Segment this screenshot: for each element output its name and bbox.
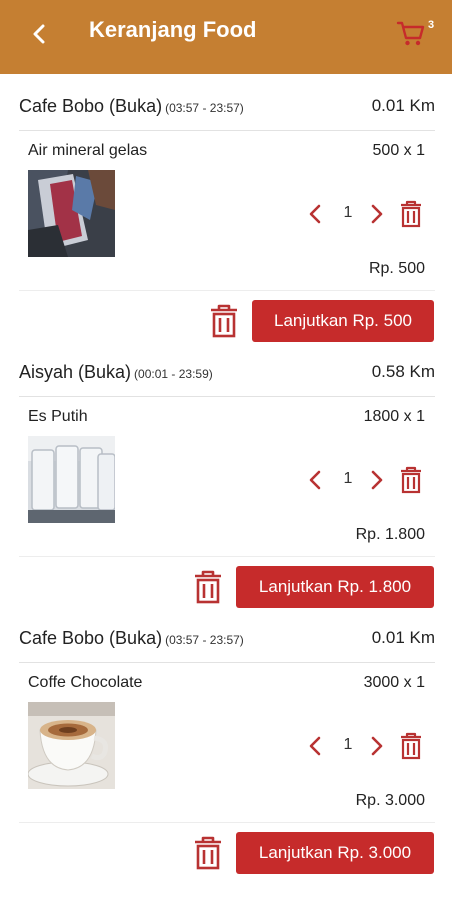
trash-icon [401,732,421,760]
checkout-button[interactable]: Lanjutkan Rp. 3.000 [236,832,434,874]
checkout-button[interactable]: Lanjutkan Rp. 1.800 [236,566,434,608]
increment-button[interactable] [367,202,387,226]
chevron-left-icon [309,736,321,756]
quantity-stepper: 1 [305,732,427,760]
store-name-row: Cafe Bobo (Buka) (03:57 - 23:57) [19,628,244,649]
item-name: Coffe Chocolate [28,674,143,691]
page-title: Keranjang Food [89,17,257,42]
store-header: Cafe Bobo (Buka) (03:57 - 23:57) 0.01 Km [19,628,435,658]
chevron-left-icon [309,470,321,490]
cart-count-badge: 3 [428,19,435,31]
chevron-right-icon [371,470,383,490]
back-button[interactable] [26,20,54,48]
item-subtotal: Rp. 1.800 [355,526,425,543]
app-bar: Keranjang Food 3 [0,0,452,74]
item-price-qty: 3000 x 1 [363,674,425,691]
checkout-button[interactable]: Lanjutkan Rp. 500 [252,300,434,342]
store-header: Cafe Bobo (Buka) (03:57 - 23:57) 0.01 Km [19,96,435,126]
divider [19,130,435,131]
store-distance: 0.01 Km [371,628,435,647]
store-name: Aisyah (Buka) [19,362,132,382]
trash-icon [195,570,221,604]
store-name-row: Aisyah (Buka) (00:01 - 23:59) [19,362,213,383]
item-subtotal: Rp. 3.000 [355,792,425,809]
delete-item-button[interactable] [399,466,423,494]
store-name-row: Cafe Bobo (Buka) (03:57 - 23:57) [19,96,244,117]
delete-store-button[interactable] [193,570,223,604]
delete-store-button[interactable] [209,304,239,338]
store-name: Cafe Bobo (Buka) [19,96,163,116]
cart-button[interactable] [396,18,426,48]
divider [19,822,435,823]
quantity-stepper: 1 [305,466,427,494]
store-distance: 0.01 Km [371,96,435,115]
item-image [28,436,115,523]
store-header: Aisyah (Buka) (00:01 - 23:59) 0.58 Km [19,362,435,392]
divider [19,556,435,557]
cart-icon [396,21,425,46]
decrement-button[interactable] [305,202,325,226]
increment-button[interactable] [367,734,387,758]
item-image [28,702,115,789]
decrement-button[interactable] [305,468,325,492]
store-hours: (03:57 - 23:57) [165,633,244,647]
item-image [28,170,115,257]
store-hours: (03:57 - 23:57) [165,101,244,115]
chevron-left-icon [309,204,321,224]
chevron-left-icon [33,24,45,44]
store-name: Cafe Bobo (Buka) [19,628,163,648]
divider [19,662,435,663]
quantity-value: 1 [343,736,353,753]
chevron-right-icon [371,204,383,224]
divider [19,396,435,397]
item-price-qty: 1800 x 1 [363,408,425,425]
delete-store-button[interactable] [193,836,223,870]
item-price-qty: 500 x 1 [372,142,425,159]
decrement-button[interactable] [305,734,325,758]
item-name: Es Putih [28,408,88,425]
trash-icon [401,200,421,228]
trash-icon [211,304,237,338]
delete-item-button[interactable] [399,200,423,228]
quantity-stepper: 1 [305,200,427,228]
item-name: Air mineral gelas [28,142,148,159]
store-hours: (00:01 - 23:59) [134,367,213,381]
quantity-value: 1 [343,470,353,487]
chevron-right-icon [371,736,383,756]
trash-icon [401,466,421,494]
item-subtotal: Rp. 500 [368,260,425,277]
store-distance: 0.58 Km [371,362,435,381]
divider [19,290,435,291]
increment-button[interactable] [367,468,387,492]
delete-item-button[interactable] [399,732,423,760]
quantity-value: 1 [343,204,353,221]
trash-icon [195,836,221,870]
